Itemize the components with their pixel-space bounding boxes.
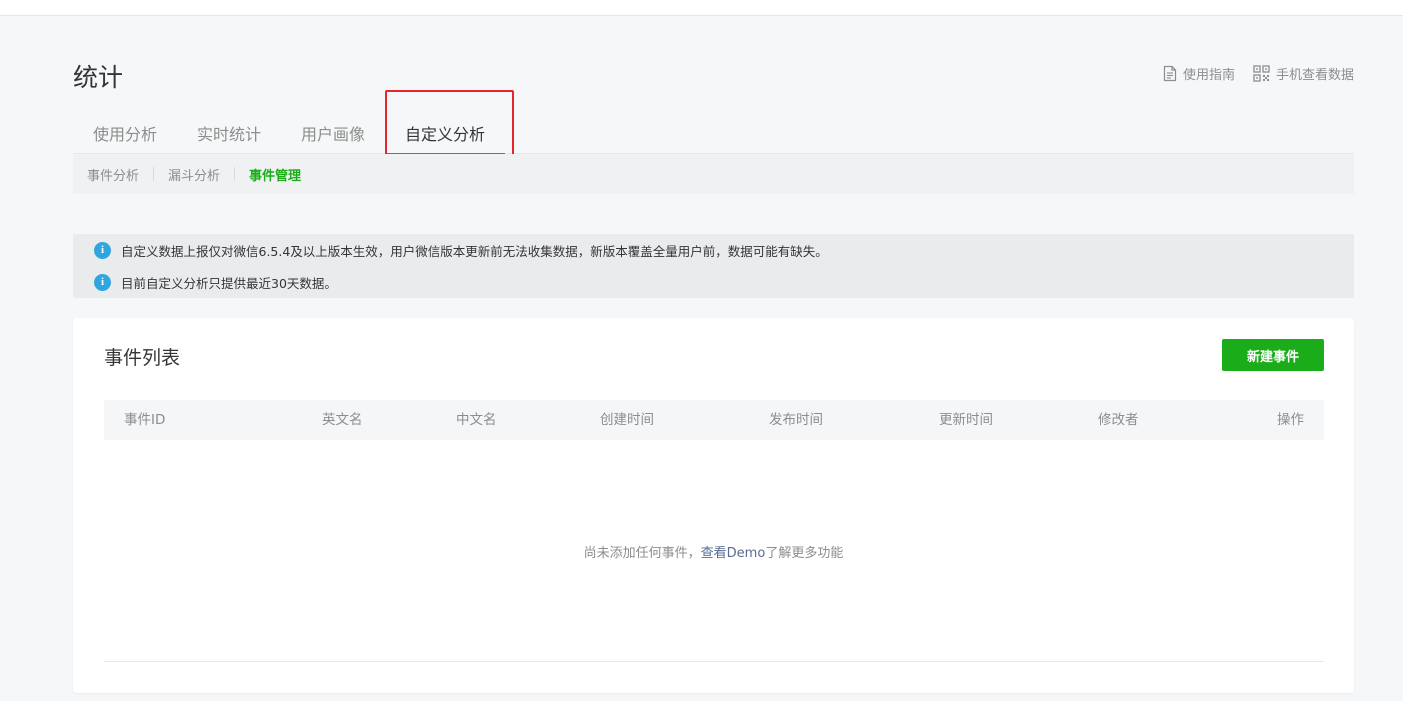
notice-item: i 自定义数据上报仅对微信6.5.4及以上版本生效，用户微信版本更新前无法收集数… bbox=[73, 234, 1354, 266]
new-event-button[interactable]: 新建事件 bbox=[1222, 339, 1324, 371]
guide-link-label: 使用指南 bbox=[1182, 68, 1235, 83]
mobile-data-link[interactable]: 手机查看数据 bbox=[1253, 64, 1354, 83]
subtab-divider bbox=[153, 167, 155, 181]
main-tabs: 使用分析 实时统计 用户画像 自定义分析 bbox=[73, 112, 1354, 155]
tab-realtime-stats[interactable]: 实时统计 bbox=[177, 112, 281, 154]
info-icon: i bbox=[94, 273, 111, 291]
event-list-card: 事件列表 新建事件 事件ID 英文名 中文名 创建时间 发布时间 更新时间 修改… bbox=[73, 318, 1354, 693]
top-links: 使用指南 手机查看数据 bbox=[1163, 64, 1354, 83]
view-demo-link[interactable]: 查看Demo bbox=[701, 546, 766, 561]
event-list-title: 事件列表 bbox=[104, 347, 181, 369]
notice-text: 目前自定义分析只提供最近30天数据。 bbox=[121, 275, 337, 291]
column-modifier: 修改者 bbox=[1098, 412, 1139, 428]
document-icon bbox=[1163, 65, 1177, 82]
tab-custom-analysis[interactable]: 自定义分析 bbox=[385, 112, 506, 155]
subtab-funnel-analysis[interactable]: 漏斗分析 bbox=[168, 165, 220, 184]
subtab-event-management[interactable]: 事件管理 bbox=[249, 165, 301, 184]
tab-user-portrait[interactable]: 用户画像 bbox=[281, 112, 385, 154]
top-bar bbox=[0, 0, 1403, 16]
tab-usage-analysis[interactable]: 使用分析 bbox=[73, 112, 177, 154]
table-header: 事件ID 英文名 中文名 创建时间 发布时间 更新时间 修改者 操作 bbox=[104, 400, 1324, 440]
qr-code-icon bbox=[1253, 65, 1270, 82]
column-updated-time: 更新时间 bbox=[939, 412, 993, 428]
subtab-event-analysis[interactable]: 事件分析 bbox=[87, 165, 139, 184]
guide-link[interactable]: 使用指南 bbox=[1163, 64, 1235, 83]
page-title: 统计 bbox=[73, 63, 124, 92]
sub-tabs: 事件分析 漏斗分析 事件管理 bbox=[73, 154, 1354, 194]
notice-text: 自定义数据上报仅对微信6.5.4及以上版本生效，用户微信版本更新前无法收集数据，… bbox=[121, 243, 828, 259]
column-chinese-name: 中文名 bbox=[456, 412, 497, 428]
subtab-divider bbox=[234, 167, 236, 181]
column-event-id: 事件ID bbox=[124, 412, 166, 428]
table-bottom-divider bbox=[104, 661, 1324, 662]
notice-panel: i 自定义数据上报仅对微信6.5.4及以上版本生效，用户微信版本更新前无法收集数… bbox=[73, 234, 1354, 298]
mobile-data-link-label: 手机查看数据 bbox=[1275, 68, 1354, 83]
empty-state: 尚未添加任何事件，查看Demo了解更多功能 bbox=[73, 542, 1354, 561]
column-published-time: 发布时间 bbox=[769, 412, 823, 428]
column-english-name: 英文名 bbox=[322, 412, 363, 428]
empty-state-suffix: 了解更多功能 bbox=[765, 546, 844, 561]
column-actions: 操作 bbox=[1277, 412, 1304, 428]
info-icon: i bbox=[94, 241, 111, 259]
notice-item: i 目前自定义分析只提供最近30天数据。 bbox=[73, 266, 1354, 298]
column-created-time: 创建时间 bbox=[600, 412, 654, 428]
empty-state-prefix: 尚未添加任何事件， bbox=[583, 546, 701, 561]
